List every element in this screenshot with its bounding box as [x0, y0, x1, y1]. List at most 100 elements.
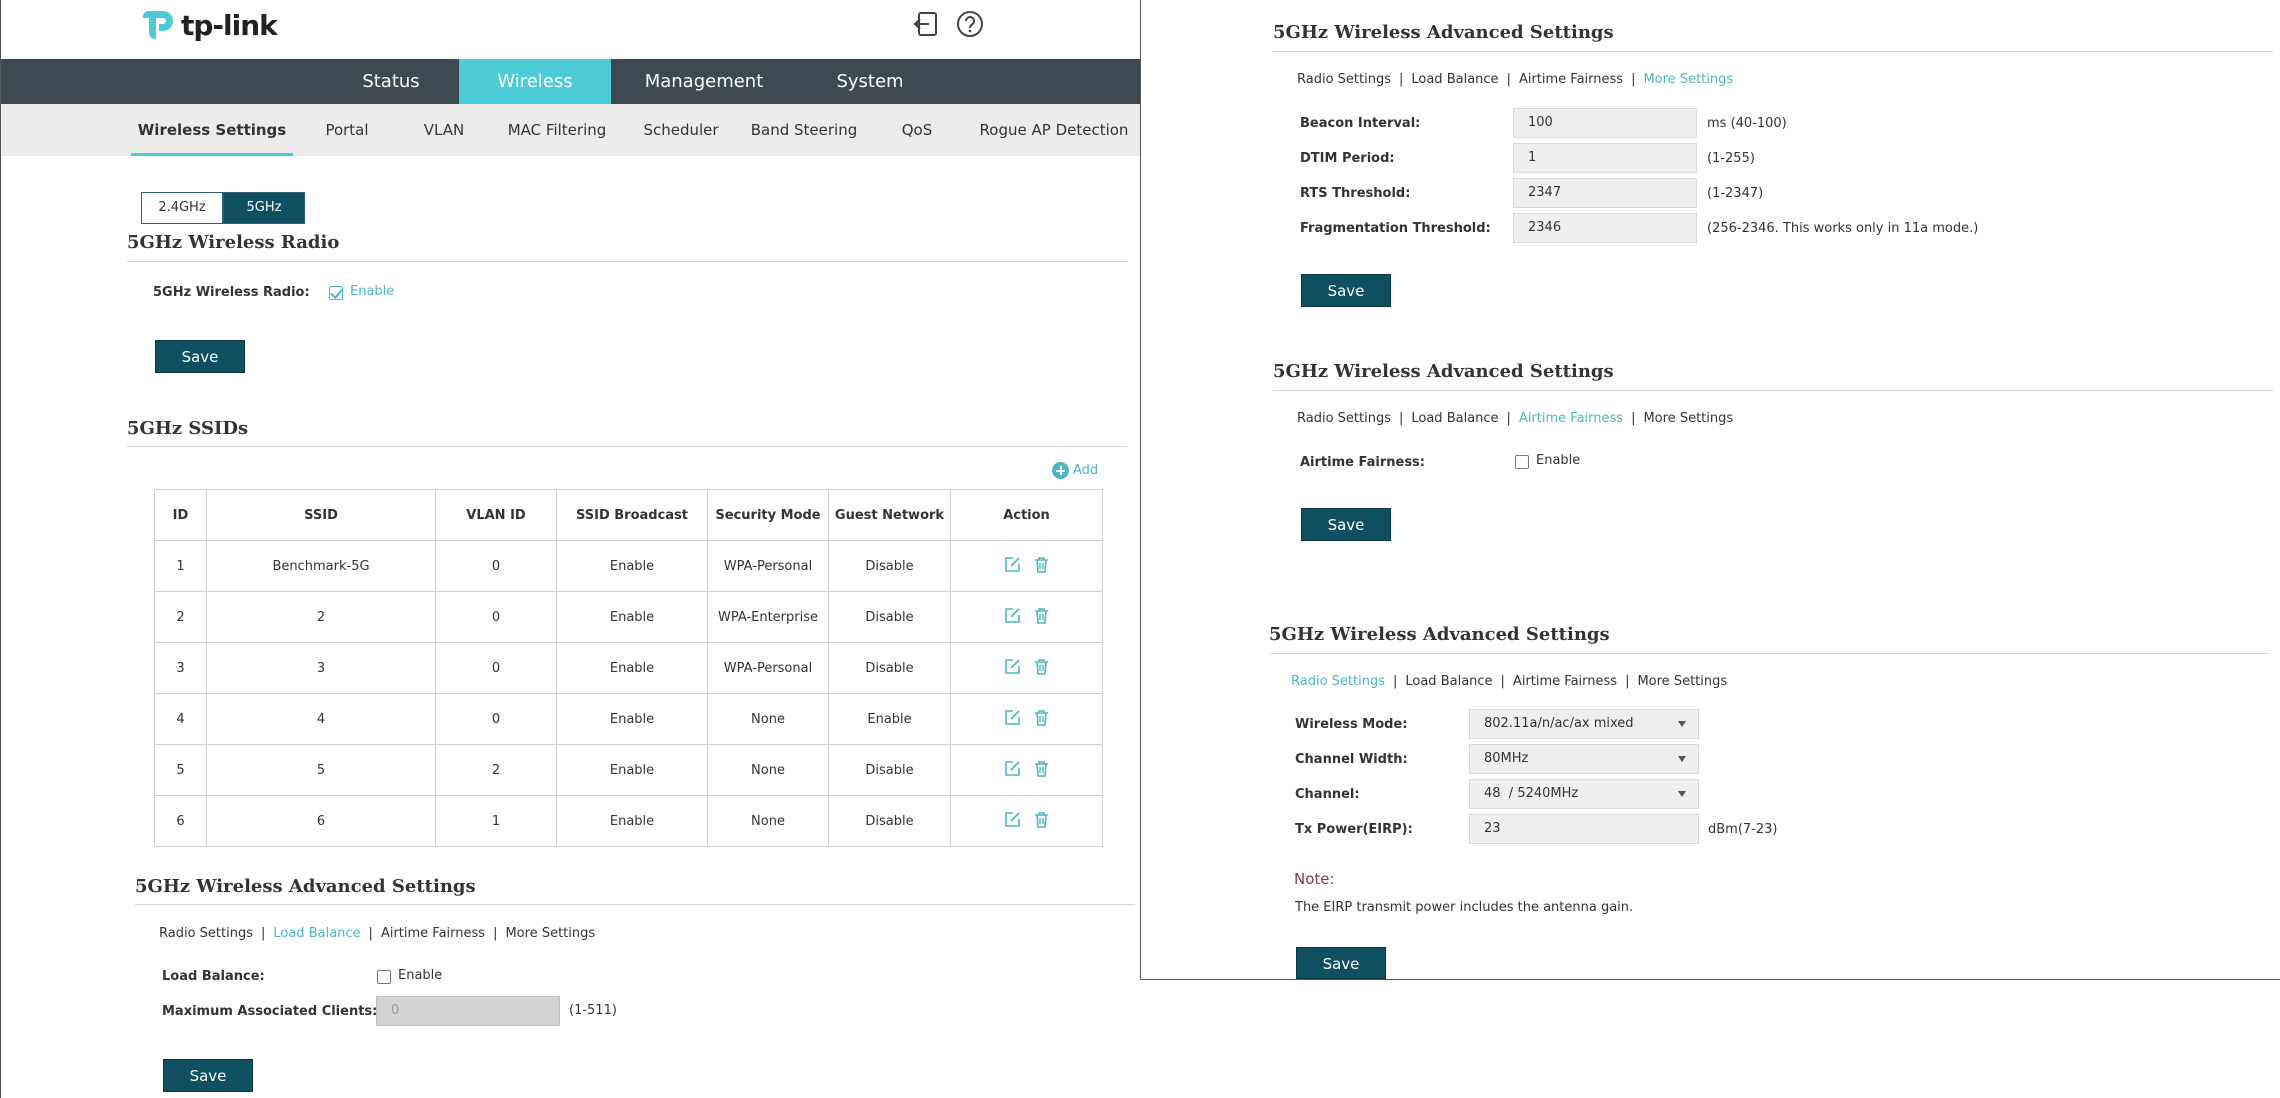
radio-save-button[interactable]: Save	[155, 340, 245, 373]
tp-link-logo-icon	[142, 10, 173, 40]
tab-more-settings[interactable]: More Settings	[1643, 72, 1733, 87]
edit-icon[interactable]	[1004, 607, 1021, 624]
radio-label: 5GHz Wireless Radio:	[153, 285, 310, 300]
ssid-name-cell: 5	[206, 744, 436, 796]
tab-load-balance[interactable]: Load Balance	[1411, 411, 1498, 426]
airtime-label: Airtime Fairness:	[1300, 455, 1425, 470]
airtime-save-button[interactable]: Save	[1301, 508, 1391, 541]
guest-network-cell: Disable	[828, 540, 951, 592]
tp-link-logo: tp-link	[141, 4, 278, 46]
tab-scheduler[interactable]: Scheduler	[631, 104, 731, 156]
nav-system[interactable]: System	[797, 59, 943, 104]
channel-select[interactable]: 48 / 5240MHz	[1469, 779, 1699, 809]
security-mode-cell: WPA-Personal	[707, 540, 829, 592]
tx-power-hint: dBm(7-23)	[1708, 822, 1778, 837]
security-mode-cell: WPA-Personal	[707, 642, 829, 694]
airtime-enable-label: Enable	[1536, 453, 1581, 468]
fragmentation-threshold-label: Fragmentation Threshold:	[1300, 221, 1491, 236]
ssid-id-cell: 3	[154, 642, 207, 694]
edit-icon[interactable]	[1004, 811, 1021, 828]
tab-more-settings[interactable]: More Settings	[1643, 411, 1733, 426]
edit-icon[interactable]	[1004, 709, 1021, 726]
max-clients-input[interactable]: 0	[376, 996, 560, 1026]
tab-radio-settings[interactable]: Radio Settings	[159, 926, 253, 941]
divider	[127, 446, 1127, 447]
edit-icon[interactable]	[1004, 658, 1021, 675]
edit-icon[interactable]	[1004, 556, 1021, 573]
tab-radio-settings[interactable]: Radio Settings	[1291, 674, 1385, 689]
load-balance-save-button[interactable]: Save	[163, 1059, 253, 1092]
radio-enable-checkbox[interactable]	[329, 286, 343, 300]
edit-icon[interactable]	[1004, 760, 1021, 777]
nav-management[interactable]: Management	[611, 59, 797, 104]
tab-airtime-fairness[interactable]: Airtime Fairness	[1519, 72, 1623, 87]
channel-width-select[interactable]: 80MHz	[1469, 744, 1699, 774]
band-2-4ghz-button[interactable]: 2.4GHz	[141, 192, 223, 224]
airtime-section-title: 5GHz Wireless Advanced Settings	[1273, 361, 1614, 382]
ssid-broadcast-cell: Enable	[556, 795, 708, 847]
tab-qos[interactable]: QoS	[881, 104, 953, 156]
rts-threshold-input[interactable]: 2347	[1513, 178, 1697, 208]
tab-more-settings[interactable]: More Settings	[1637, 674, 1727, 689]
table-header-row: ID SSID VLAN ID SSID Broadcast Security …	[154, 489, 1103, 541]
col-security-mode: Security Mode	[707, 489, 829, 541]
tab-portal[interactable]: Portal	[311, 104, 383, 156]
band-5ghz-button[interactable]: 5GHz	[223, 192, 305, 224]
fragmentation-threshold-input[interactable]: 2346	[1513, 213, 1697, 243]
beacon-interval-input[interactable]: 100	[1513, 108, 1697, 138]
trash-icon[interactable]	[1033, 811, 1050, 828]
action-cell	[950, 744, 1103, 796]
ssid-id-cell: 6	[154, 795, 207, 847]
channel-label: Channel:	[1295, 787, 1360, 802]
tab-vlan[interactable]: VLAN	[405, 104, 483, 156]
tx-power-input[interactable]: 23	[1469, 814, 1699, 844]
tab-airtime-fairness[interactable]: Airtime Fairness	[381, 926, 485, 941]
tab-wireless-settings[interactable]: Wireless Settings	[131, 104, 293, 156]
tab-load-balance[interactable]: Load Balance	[273, 926, 360, 941]
divider	[1269, 653, 2269, 654]
tab-radio-settings[interactable]: Radio Settings	[1297, 411, 1391, 426]
tab-more-settings[interactable]: More Settings	[505, 926, 595, 941]
logout-icon[interactable]	[911, 9, 941, 39]
trash-icon[interactable]	[1033, 709, 1050, 726]
tab-radio-settings[interactable]: Radio Settings	[1297, 72, 1391, 87]
tab-mac-filtering[interactable]: MAC Filtering	[501, 104, 613, 156]
help-icon[interactable]	[955, 9, 985, 39]
ssid-name-cell: 3	[206, 642, 436, 694]
radio-settings-save-button[interactable]: Save	[1296, 947, 1386, 979]
guest-network-cell: Disable	[828, 591, 951, 643]
divider	[1273, 51, 2273, 52]
load-balance-checkbox[interactable]	[377, 970, 391, 984]
ssid-name-cell: Benchmark-5G	[206, 540, 436, 592]
ssid-name-cell: 4	[206, 693, 436, 745]
more-settings-save-button[interactable]: Save	[1301, 274, 1391, 307]
nav-wireless[interactable]: Wireless	[459, 59, 611, 104]
action-cell	[950, 795, 1103, 847]
channel-width-value: 80MHz	[1484, 751, 1529, 766]
radio-settings-section-title: 5GHz Wireless Advanced Settings	[1269, 624, 1610, 645]
beacon-interval-label: Beacon Interval:	[1300, 116, 1421, 131]
nav-status[interactable]: Status	[321, 59, 461, 104]
table-row: 2 2 0 Enable WPA-Enterprise Disable	[154, 591, 1103, 643]
wireless-mode-select[interactable]: 802.11a/n/ac/ax mixed	[1469, 709, 1699, 739]
trash-icon[interactable]	[1033, 658, 1050, 675]
guest-network-cell: Disable	[828, 744, 951, 796]
tab-airtime-fairness[interactable]: Airtime Fairness	[1519, 411, 1623, 426]
ssid-id-cell: 1	[154, 540, 207, 592]
dtim-period-input[interactable]: 1	[1513, 143, 1697, 173]
add-ssid-button[interactable]: Add	[1052, 462, 1098, 479]
action-cell	[950, 642, 1103, 694]
trash-icon[interactable]	[1033, 556, 1050, 573]
tab-band-steering[interactable]: Band Steering	[745, 104, 863, 156]
trash-icon[interactable]	[1033, 760, 1050, 777]
ssid-id-cell: 2	[154, 591, 207, 643]
trash-icon[interactable]	[1033, 607, 1050, 624]
tab-rogue-ap-detection[interactable]: Rogue AP Detection	[971, 104, 1137, 156]
tab-load-balance[interactable]: Load Balance	[1405, 674, 1492, 689]
airtime-checkbox[interactable]	[1515, 455, 1529, 469]
airtime-tabs: Radio Settings | Load Balance | Airtime Fair…	[1297, 411, 1734, 426]
col-vlan-id: VLAN ID	[435, 489, 557, 541]
col-action: Action	[950, 489, 1103, 541]
tab-load-balance[interactable]: Load Balance	[1411, 72, 1498, 87]
tab-airtime-fairness[interactable]: Airtime Fairness	[1513, 674, 1617, 689]
